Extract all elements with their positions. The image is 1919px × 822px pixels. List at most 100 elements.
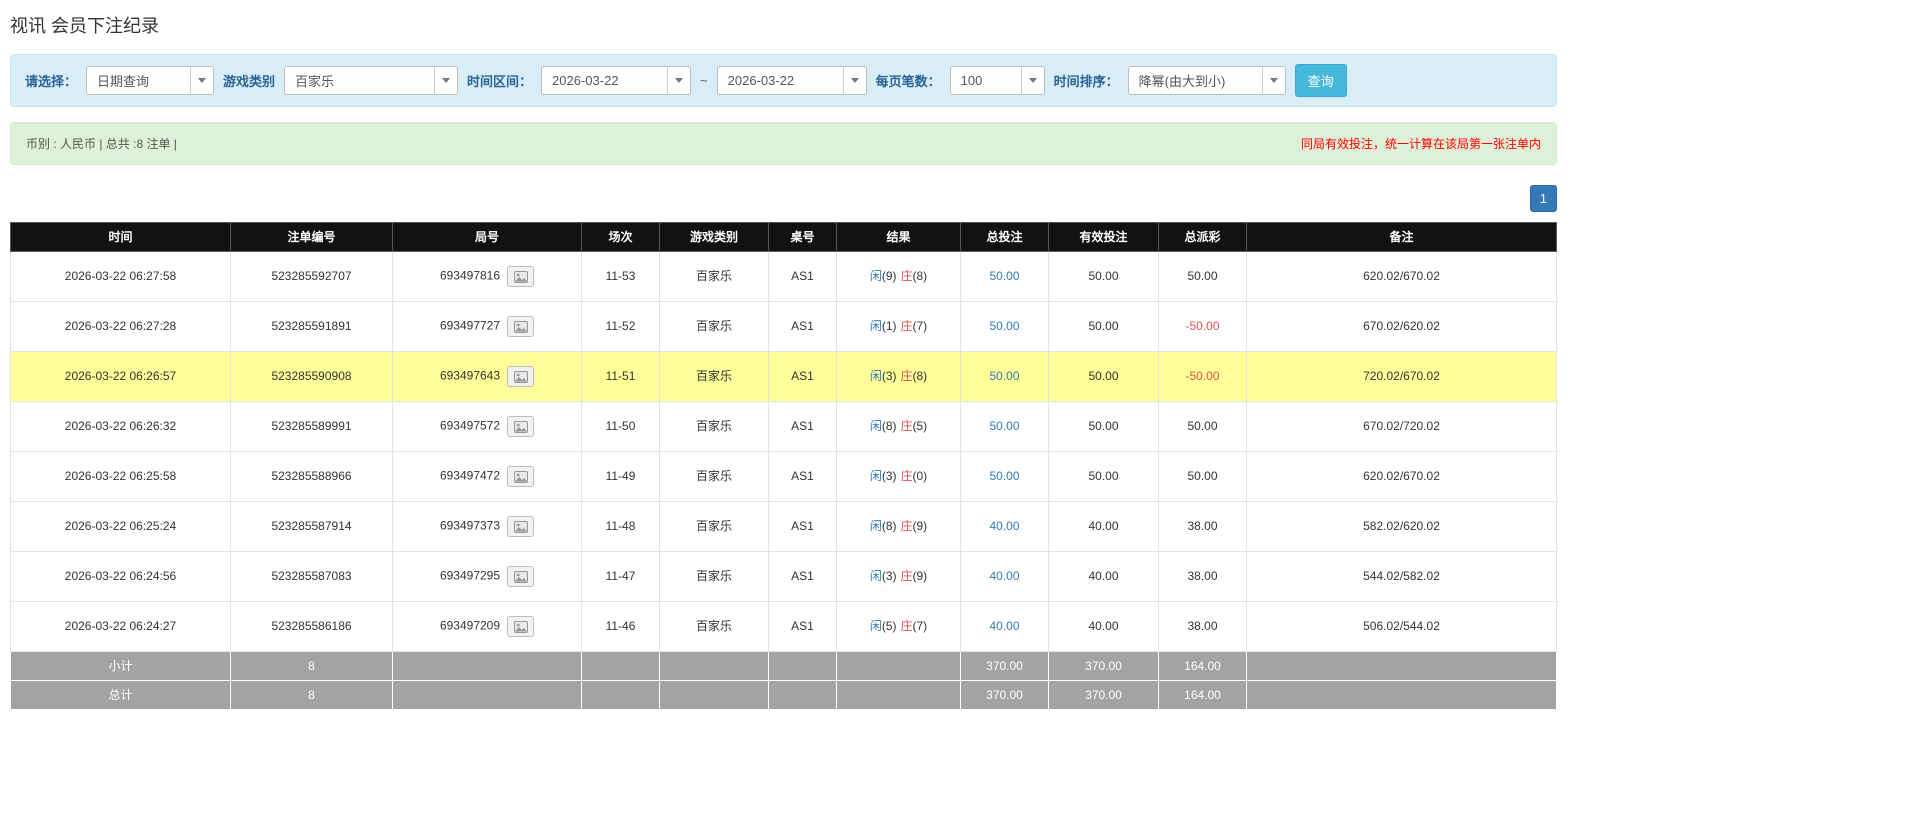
- cell-result: 闲(5)庄(7): [837, 602, 961, 652]
- chevron-down-icon: [434, 67, 457, 94]
- cell-game-type: 百家乐: [660, 402, 769, 452]
- result-banker-score: (0): [913, 469, 928, 483]
- result-banker-score: (9): [913, 519, 928, 533]
- round-id-text: 693497472: [440, 469, 500, 483]
- cell-session: 11-50: [582, 402, 660, 452]
- result-banker-score: (8): [913, 269, 928, 283]
- total-bet-link[interactable]: 50.00: [989, 319, 1019, 333]
- cell-session: 11-48: [582, 502, 660, 552]
- total-bet-link[interactable]: 50.00: [989, 269, 1019, 283]
- total-bet-link[interactable]: 40.00: [989, 619, 1019, 633]
- time-sort-select[interactable]: 降幂(由大到小): [1128, 66, 1286, 95]
- view-round-button[interactable]: [507, 566, 534, 587]
- cell-bet-id: 523285587914: [231, 502, 393, 552]
- view-round-button[interactable]: [507, 466, 534, 487]
- result-player: 闲: [870, 269, 882, 283]
- empty-cell: [837, 652, 961, 681]
- cell-result: 闲(3)庄(8): [837, 352, 961, 402]
- page-size-select[interactable]: 100: [950, 66, 1045, 95]
- game-type-value: 百家乐: [285, 67, 434, 94]
- result-banker: 庄: [901, 619, 913, 633]
- game-type-select[interactable]: 百家乐: [284, 66, 458, 95]
- subtotal-total-bet: 370.00: [961, 652, 1049, 681]
- date-from-select[interactable]: 2026-03-22: [541, 66, 691, 95]
- total-bet-link[interactable]: 40.00: [989, 519, 1019, 533]
- view-round-button[interactable]: [507, 416, 534, 437]
- page-size-label: 每页笔数：: [876, 71, 941, 90]
- cell-bet-id: 523285590908: [231, 352, 393, 402]
- cell-payout: 38.00: [1159, 502, 1247, 552]
- cell-game-type: 百家乐: [660, 502, 769, 552]
- image-icon: [514, 621, 528, 633]
- cell-round-id: 693497727: [393, 302, 582, 352]
- result-player-score: (3): [882, 469, 897, 483]
- round-id-text: 693497727: [440, 319, 500, 333]
- subtotal-label: 小计: [11, 652, 231, 681]
- cell-game-type: 百家乐: [660, 452, 769, 502]
- total-row: 总计 8 370.00 370.00 164.00: [11, 681, 1557, 710]
- cell-round-id: 693497472: [393, 452, 582, 502]
- result-player-score: (3): [882, 569, 897, 583]
- result-player: 闲: [870, 519, 882, 533]
- table-row: 2026-03-22 06:24:56 523285587083 6934972…: [11, 552, 1557, 602]
- cell-game-type: 百家乐: [660, 602, 769, 652]
- cell-result: 闲(8)庄(5): [837, 402, 961, 452]
- query-mode-select[interactable]: 日期查询: [86, 66, 214, 95]
- chevron-down-icon: [190, 67, 213, 94]
- cell-payout: 50.00: [1159, 252, 1247, 302]
- view-round-button[interactable]: [507, 266, 534, 287]
- page-title: 视讯 会员下注纪录: [10, 12, 1557, 38]
- page-1-button[interactable]: 1: [1530, 185, 1557, 212]
- table-header-row: 时间 注单编号 局号 场次 游戏类别 桌号 结果 总投注 有效投注 总派彩 备注: [11, 223, 1557, 252]
- cell-session: 11-52: [582, 302, 660, 352]
- view-round-button[interactable]: [507, 516, 534, 537]
- cell-result: 闲(1)庄(7): [837, 302, 961, 352]
- empty-cell: [660, 652, 769, 681]
- result-player-score: (5): [882, 619, 897, 633]
- cell-table-no: AS1: [769, 452, 837, 502]
- col-remark: 备注: [1247, 223, 1557, 252]
- cell-round-id: 693497295: [393, 552, 582, 602]
- cell-total-bet: 50.00: [961, 252, 1049, 302]
- cell-game-type: 百家乐: [660, 352, 769, 402]
- cell-time: 2026-03-22 06:27:58: [11, 252, 231, 302]
- total-bet-link[interactable]: 50.00: [989, 469, 1019, 483]
- result-banker: 庄: [901, 319, 913, 333]
- cell-valid-bet: 40.00: [1049, 602, 1159, 652]
- col-table-no: 桌号: [769, 223, 837, 252]
- table-row: 2026-03-22 06:24:27 523285586186 6934972…: [11, 602, 1557, 652]
- view-round-button[interactable]: [507, 316, 534, 337]
- image-icon: [514, 321, 528, 333]
- cell-remark: 620.02/670.02: [1247, 452, 1557, 502]
- cell-valid-bet: 40.00: [1049, 552, 1159, 602]
- cell-remark: 620.02/670.02: [1247, 252, 1557, 302]
- total-bet-link[interactable]: 40.00: [989, 569, 1019, 583]
- round-id-text: 693497816: [440, 269, 500, 283]
- cell-total-bet: 50.00: [961, 302, 1049, 352]
- total-bet-link[interactable]: 50.00: [989, 419, 1019, 433]
- cell-time: 2026-03-22 06:26:57: [11, 352, 231, 402]
- search-button[interactable]: 查询: [1295, 64, 1347, 97]
- result-player-score: (3): [882, 369, 897, 383]
- cell-round-id: 693497572: [393, 402, 582, 452]
- result-banker-score: (7): [913, 619, 928, 633]
- view-round-button[interactable]: [507, 366, 534, 387]
- cell-round-id: 693497373: [393, 502, 582, 552]
- col-session: 场次: [582, 223, 660, 252]
- image-icon: [514, 421, 528, 433]
- view-round-button[interactable]: [507, 616, 534, 637]
- cell-valid-bet: 50.00: [1049, 252, 1159, 302]
- currency-total-info: 币别 : 人民币 | 总共 :8 注单 |: [26, 135, 177, 152]
- total-bet-link[interactable]: 50.00: [989, 369, 1019, 383]
- empty-cell: [393, 652, 582, 681]
- result-player-score: (8): [882, 519, 897, 533]
- cell-bet-id: 523285587083: [231, 552, 393, 602]
- chevron-down-icon: [1021, 67, 1044, 94]
- total-valid-bet: 370.00: [1049, 681, 1159, 710]
- total-label: 总计: [11, 681, 231, 710]
- col-bet-id: 注单编号: [231, 223, 393, 252]
- date-to-select[interactable]: 2026-03-22: [717, 66, 867, 95]
- cell-result: 闲(8)庄(9): [837, 502, 961, 552]
- result-player-score: (9): [882, 269, 897, 283]
- cell-session: 11-53: [582, 252, 660, 302]
